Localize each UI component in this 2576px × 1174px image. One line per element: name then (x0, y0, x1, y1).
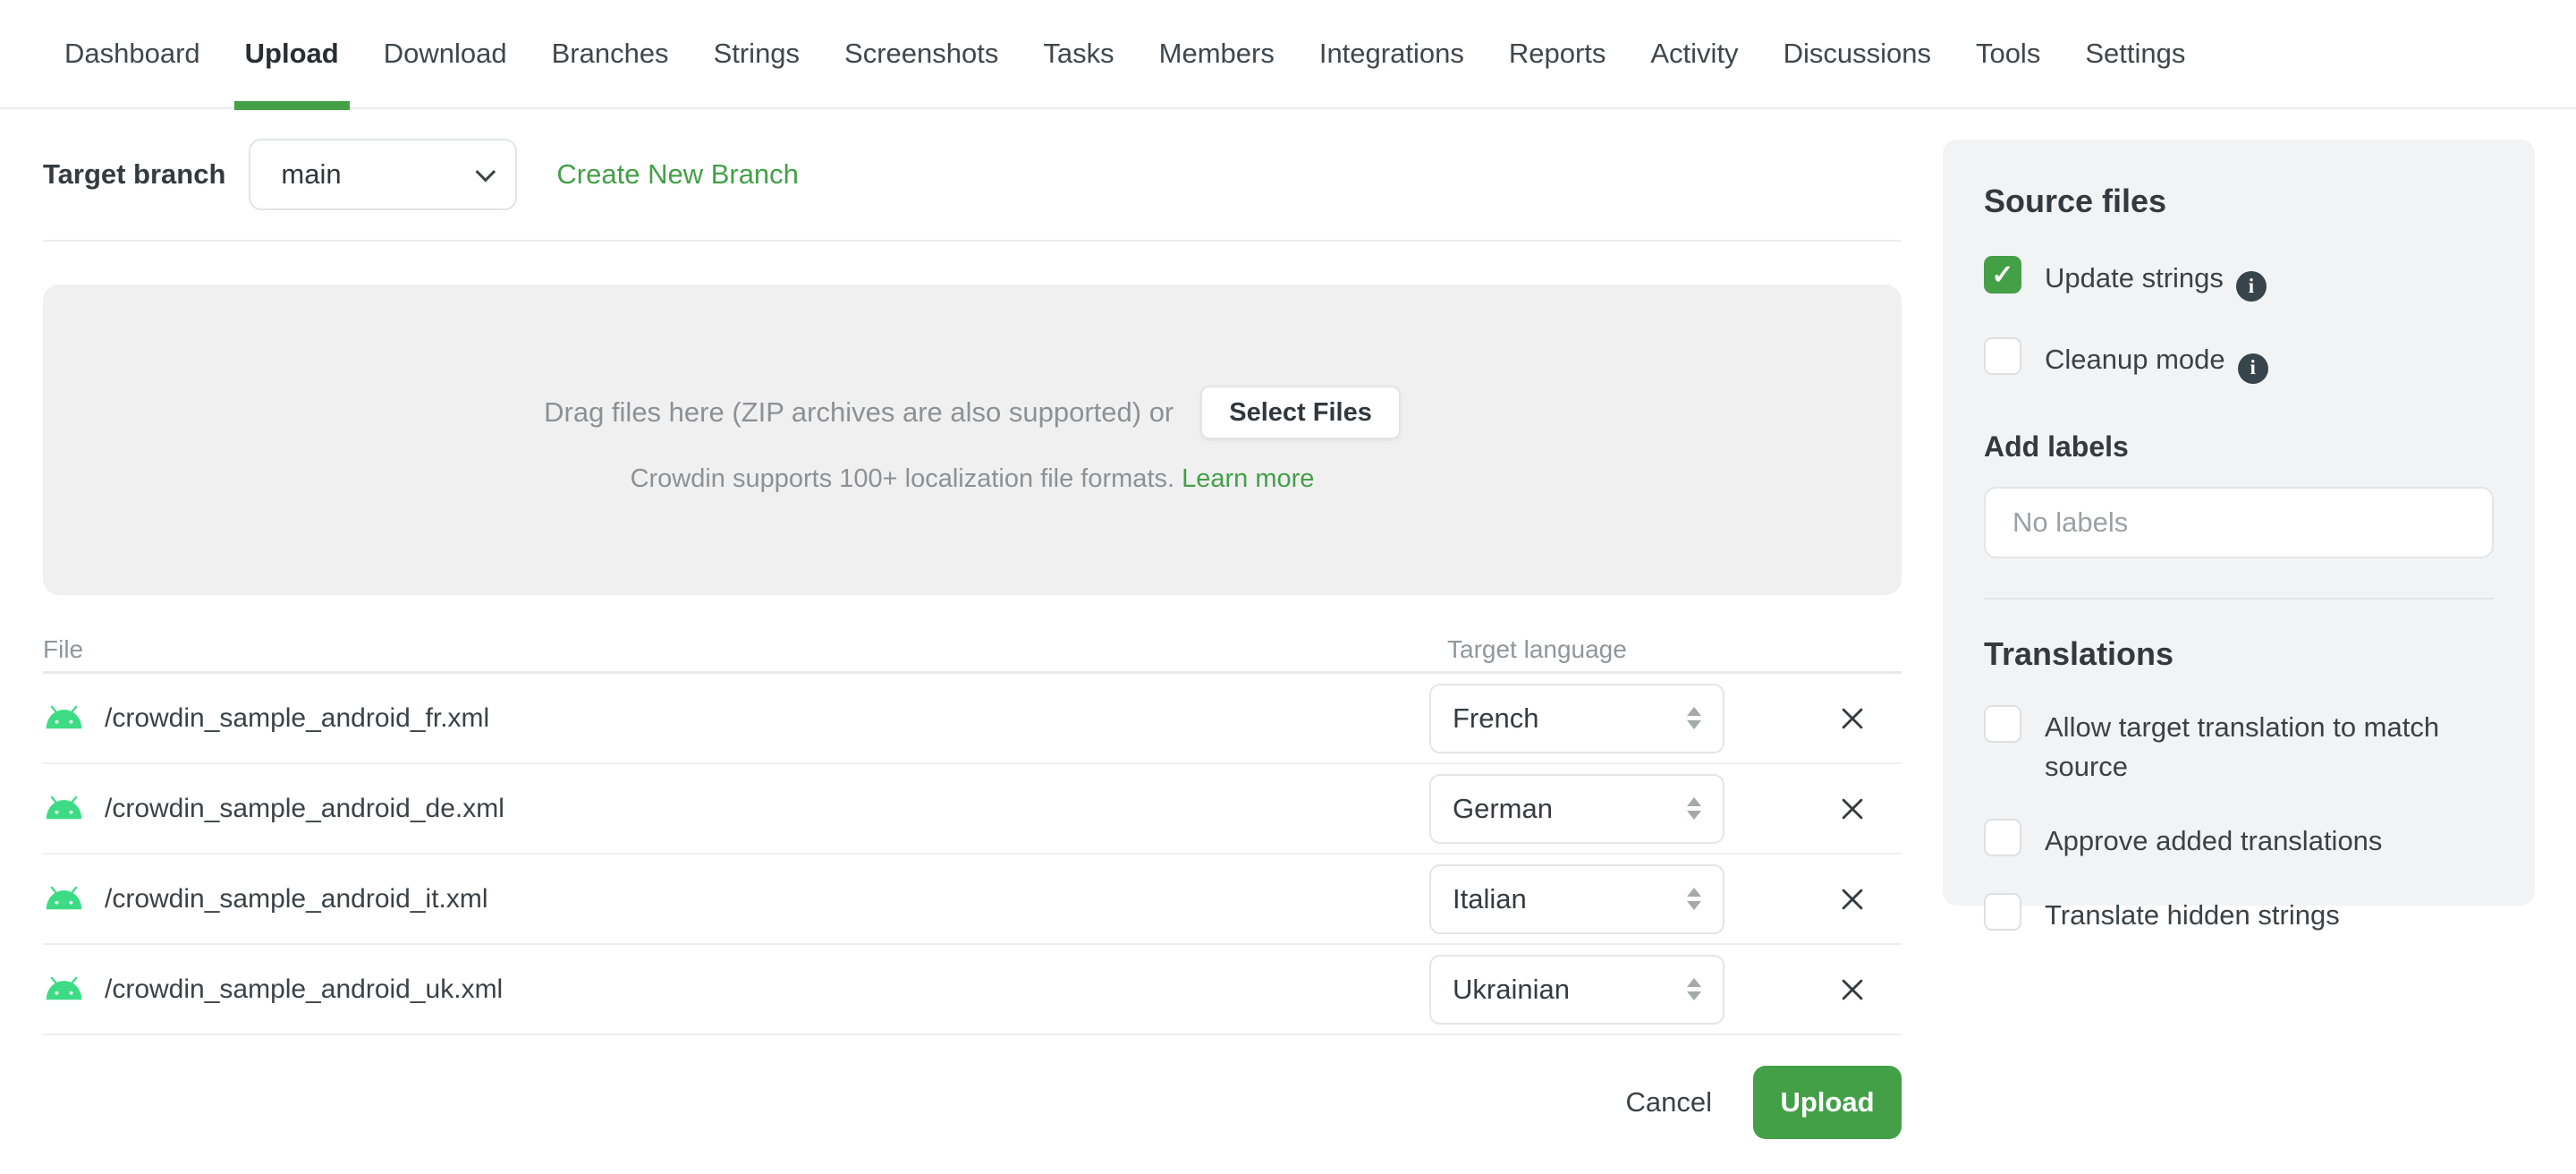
nav-tab-activity[interactable]: Activity (1650, 0, 1738, 108)
file-dropzone[interactable]: Drag files here (ZIP archives are also s… (43, 285, 1902, 595)
allow-match-source-label: Allow target translation to match source (2045, 710, 2440, 782)
translate-hidden-checkbox[interactable] (1984, 892, 2021, 931)
language-select-fr[interactable]: French (1429, 683, 1724, 753)
file-cell: /crowdin_sample_android_fr.xml (43, 703, 1429, 734)
upload-page-content: Target branch main Create New Branch Dra… (43, 109, 1902, 1139)
android-icon (46, 976, 82, 1000)
nav-tab-integrations[interactable]: Integrations (1319, 0, 1464, 108)
nav-tab-members[interactable]: Members (1159, 0, 1275, 108)
file-cell: /crowdin_sample_android_it.xml (43, 884, 1429, 915)
footer-actions: Cancel Upload (43, 1066, 1902, 1139)
remove-file-icon[interactable] (1837, 884, 1868, 915)
upload-button[interactable]: Upload (1753, 1066, 1902, 1139)
file-cell: /crowdin_sample_android_uk.xml (43, 974, 1429, 1005)
labels-input[interactable] (1984, 486, 2494, 558)
info-icon[interactable]: i (2235, 271, 2267, 302)
nav-tab-dashboard[interactable]: Dashboard (64, 0, 200, 108)
updown-arrows-icon (1687, 797, 1701, 820)
dropzone-primary-line: Drag files here (ZIP archives are also s… (544, 386, 1401, 439)
language-select-de[interactable]: German (1429, 773, 1724, 844)
translate-hidden-label: Translate hidden strings (2045, 898, 2340, 931)
nav-tab-tasks[interactable]: Tasks (1043, 0, 1114, 108)
updown-arrows-icon (1687, 978, 1701, 1000)
select-files-button[interactable]: Select Files (1200, 386, 1401, 439)
remove-file-icon[interactable] (1837, 794, 1868, 824)
updown-arrows-icon (1687, 888, 1701, 910)
dropzone-drag-text: Drag files here (ZIP archives are also s… (544, 396, 1174, 428)
language-selected-value: Ukrainian (1453, 973, 1570, 1005)
top-navigation: Dashboard Upload Download Branches Strin… (0, 0, 2576, 110)
nav-tab-tools[interactable]: Tools (1976, 0, 2040, 108)
android-icon (46, 886, 82, 910)
remove-file-icon[interactable] (1837, 974, 1868, 1005)
files-table-header: File Target language (43, 627, 1902, 674)
file-name: /crowdin_sample_android_it.xml (105, 883, 488, 914)
nav-tab-discussions[interactable]: Discussions (1784, 0, 1931, 108)
learn-more-link[interactable]: Learn more (1182, 464, 1314, 493)
create-new-branch-link[interactable]: Create New Branch (556, 158, 799, 191)
target-branch-row: Target branch main Create New Branch (43, 109, 1902, 242)
allow-match-source-checkbox[interactable] (1984, 704, 2021, 743)
language-select-uk[interactable]: Ukrainian (1429, 954, 1724, 1025)
target-branch-select[interactable]: main (249, 139, 518, 210)
approve-added-label: Approve added translations (2045, 824, 2383, 856)
table-row-fr: /crowdin_sample_android_fr.xml French (43, 674, 1902, 764)
dropzone-formats-text: Crowdin supports 100+ localization file … (630, 464, 1175, 493)
option-allow-match-source: Allow target translation to match source (1984, 704, 2494, 787)
file-name: /crowdin_sample_android_de.xml (105, 793, 504, 823)
android-icon (46, 705, 82, 729)
file-name: /crowdin_sample_android_uk.xml (105, 974, 504, 1004)
approve-added-checkbox[interactable] (1984, 818, 2021, 856)
table-row-it: /crowdin_sample_android_it.xml Italian (43, 855, 1902, 945)
nav-tab-branches[interactable]: Branches (552, 0, 669, 108)
option-approve-added: Approve added translations (1984, 818, 2494, 861)
file-column-header: File (43, 634, 84, 663)
target-branch-selected-value: main (281, 158, 342, 190)
nav-tab-settings[interactable]: Settings (2085, 0, 2185, 108)
file-name: /crowdin_sample_android_fr.xml (105, 702, 490, 733)
option-translate-hidden: Translate hidden strings (1984, 892, 2494, 935)
android-icon (46, 795, 82, 820)
option-update-strings: Update stringsi (1984, 256, 2494, 302)
updown-arrows-icon (1687, 707, 1701, 729)
target-branch-label: Target branch (43, 158, 226, 190)
nav-tab-download[interactable]: Download (384, 0, 507, 108)
language-selected-value: German (1453, 792, 1553, 824)
language-selected-value: Italian (1453, 882, 1527, 915)
cleanup-mode-label: Cleanup mode i (2045, 337, 2268, 384)
chevron-down-icon (475, 161, 496, 183)
cleanup-mode-checkbox[interactable] (1984, 337, 2021, 376)
update-strings-label: Update strings i (2045, 256, 2267, 302)
source-files-heading: Source files (1984, 183, 2167, 219)
option-cleanup-mode: Cleanup mode i (1984, 337, 2494, 384)
file-cell: /crowdin_sample_android_de.xml (43, 794, 1429, 824)
nav-tab-screenshots[interactable]: Screenshots (844, 0, 998, 108)
language-selected-value: French (1453, 702, 1539, 734)
nav-tab-strings[interactable]: Strings (714, 0, 800, 108)
nav-tab-upload[interactable]: Upload (233, 0, 350, 110)
uploaded-files-table: File Target language /crowdin_sample_and… (43, 627, 1902, 1035)
remove-file-icon[interactable] (1837, 703, 1868, 734)
info-icon[interactable]: i (2237, 353, 2268, 384)
cancel-button[interactable]: Cancel (1626, 1086, 1713, 1119)
table-row-uk: /crowdin_sample_android_uk.xml Ukrainian (43, 945, 1902, 1035)
sidebar-divider (1984, 597, 2494, 600)
add-labels-heading: Add labels (1984, 430, 2129, 463)
language-select-it[interactable]: Italian (1429, 863, 1724, 934)
dropzone-formats-line: Crowdin supports 100+ localization file … (631, 464, 1315, 494)
target-language-column-header: Target language (1447, 634, 1627, 663)
table-row-de: /crowdin_sample_android_de.xml German (43, 764, 1902, 855)
nav-tab-reports[interactable]: Reports (1509, 0, 1606, 108)
update-strings-checkbox[interactable] (1984, 256, 2021, 294)
translations-heading: Translations (1984, 634, 2174, 672)
upload-options-sidebar: Source files Update stringsi Cleanup mod… (1943, 140, 2535, 931)
